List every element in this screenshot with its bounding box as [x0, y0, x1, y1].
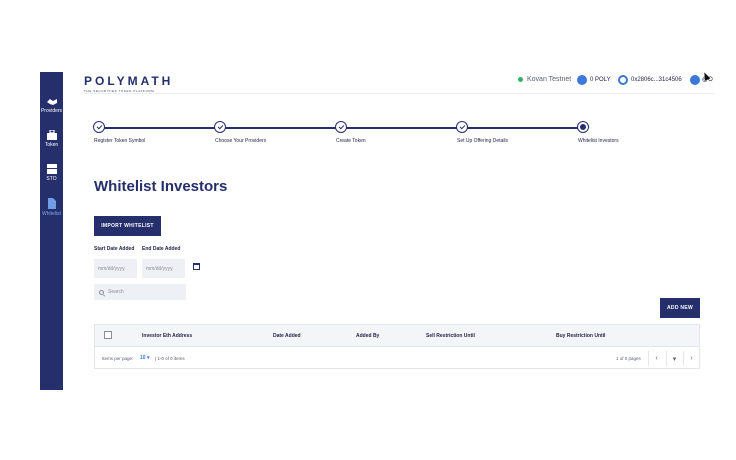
cash-register-icon: [46, 164, 57, 174]
import-whitelist-button[interactable]: IMPORT WHITELIST: [94, 216, 161, 236]
table-header: Investor Eth Address Date Added Added By…: [95, 325, 699, 347]
end-date-field[interactable]: mm/dd/yyyy: [142, 259, 185, 278]
table-pagination: Items per page: 10 ▾ | 1-0 of 0 items 1 …: [95, 348, 699, 369]
account-address-value: 0x2806c...31c4506: [631, 77, 682, 83]
step-1-label: Register Token Symbol: [94, 138, 146, 144]
items-per-page-label: Items per page:: [102, 356, 134, 361]
column-header[interactable]: Added By: [356, 333, 379, 339]
column-header[interactable]: Buy Restriction Until: [556, 333, 605, 339]
network-indicator: Kovan Testnet: [518, 76, 571, 83]
handshake-icon: [46, 99, 57, 105]
sidebar-item-providers[interactable]: Providers: [40, 98, 63, 114]
end-date-label: End Date Added: [142, 246, 181, 252]
check-icon: [338, 123, 344, 130]
account-address[interactable]: 0x2806c...31c4506: [618, 75, 682, 85]
step-5-indicator: [577, 121, 589, 133]
step-2-indicator: [214, 121, 226, 133]
search-icon: [99, 289, 104, 295]
sidebar-item-label: STO: [46, 176, 57, 182]
next-page-button[interactable]: ›: [683, 351, 699, 366]
sidebar: Providers Token STO Whitelist: [40, 72, 63, 390]
briefcase-icon: [46, 130, 57, 140]
logo[interactable]: POLYMATH THE SECURITIES TOKEN PLATFORM: [84, 74, 173, 93]
document-icon: [47, 198, 56, 209]
investors-table: Investor Eth Address Date Added Added By…: [94, 324, 700, 369]
sidebar-item-label: Token: [44, 142, 59, 148]
user-icon: [690, 75, 700, 85]
start-date-label: Start Date Added: [94, 246, 135, 252]
column-header[interactable]: Date Added: [273, 333, 301, 339]
select-all-checkbox[interactable]: [104, 331, 112, 339]
check-icon: [96, 123, 102, 130]
logo-text: POLYMATH: [84, 74, 174, 88]
search-input[interactable]: Search: [94, 284, 186, 300]
step-5-label: Whitelist Investors: [578, 138, 619, 144]
poly-balance[interactable]: 0 POLY: [577, 75, 611, 85]
network-status-dot: [518, 77, 523, 82]
check-icon: [459, 123, 465, 130]
sidebar-item-whitelist[interactable]: Whitelist: [40, 198, 63, 217]
page-count: 1 of 0 pages: [616, 356, 641, 361]
search-placeholder: Search: [108, 289, 124, 295]
header-divider: [84, 93, 715, 94]
step-3-label: Create Token: [336, 138, 366, 144]
network-name: Kovan Testnet: [527, 76, 572, 83]
items-per-page-select[interactable]: 10 ▾: [140, 355, 149, 361]
column-header[interactable]: Sell Restriction Until: [426, 333, 475, 339]
check-icon: [217, 123, 223, 130]
step-3-indicator: [335, 121, 347, 133]
previous-page-button[interactable]: ‹: [648, 351, 664, 366]
start-date-field[interactable]: mm/dd/yyyy: [94, 259, 137, 278]
step-4-indicator: [456, 121, 468, 133]
step-2-label: Choose Your Providers: [215, 138, 267, 144]
calendar-icon[interactable]: [193, 263, 200, 270]
sidebar-item-label: Whitelist: [42, 211, 61, 217]
items-range: | 1-0 of 0 items: [155, 356, 185, 361]
page-select-dropdown[interactable]: ▾: [666, 351, 682, 366]
add-new-button[interactable]: ADD NEW: [660, 298, 700, 318]
current-step-dot: [580, 124, 586, 130]
sidebar-item-label: Providers: [40, 108, 63, 114]
step-1-indicator: [93, 121, 105, 133]
sidebar-item-sto[interactable]: STO: [40, 164, 63, 182]
poly-balance-value: 0 POLY: [590, 77, 611, 83]
step-4-label: Set Up Offering Details: [457, 138, 509, 144]
column-header[interactable]: Investor Eth Address: [142, 333, 192, 339]
sidebar-item-token[interactable]: Token: [40, 130, 63, 148]
page-title: Whitelist Investors: [94, 178, 228, 195]
poly-token-icon: [577, 75, 587, 85]
account-icon: [618, 75, 628, 85]
